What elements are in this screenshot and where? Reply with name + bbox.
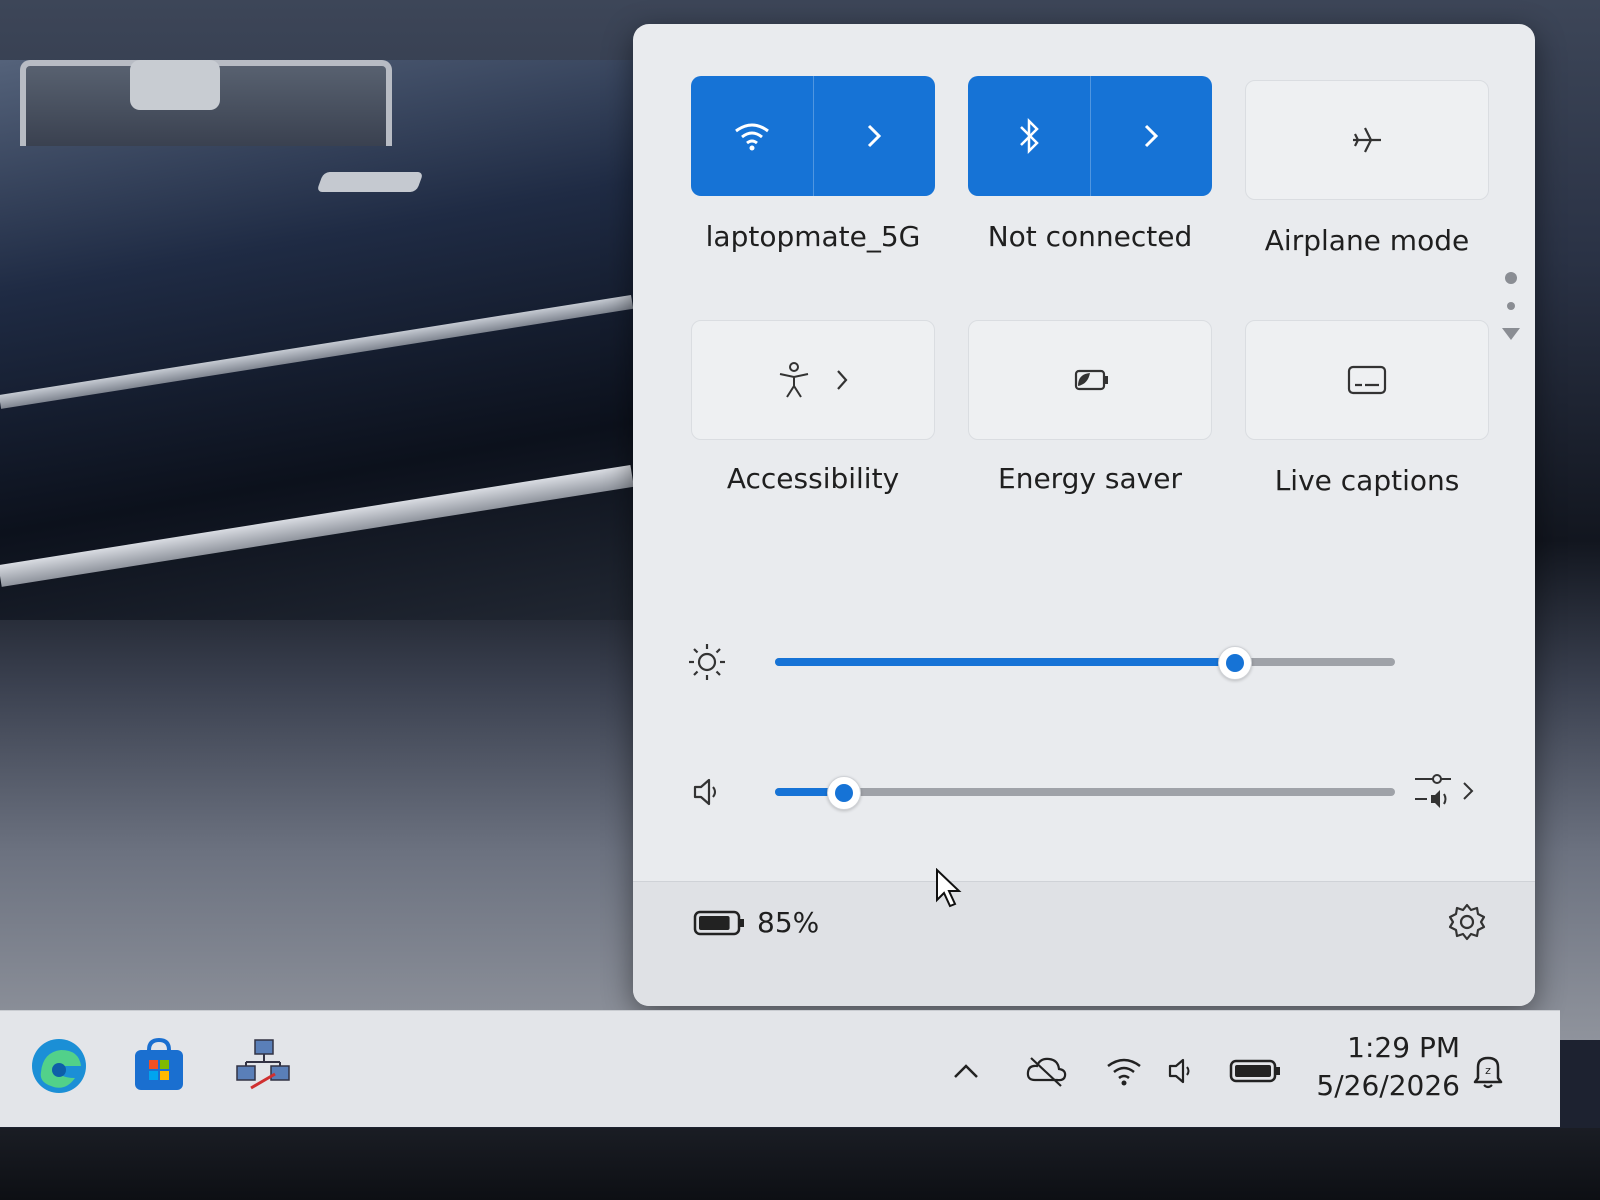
wifi-toggle[interactable] — [691, 76, 814, 196]
chevron-right-icon — [1461, 779, 1475, 803]
brightness-thumb[interactable] — [1217, 646, 1252, 680]
show-hidden-icons-button[interactable] — [944, 1049, 988, 1093]
airplane-icon — [1347, 120, 1387, 160]
energy-saver-tile[interactable] — [968, 320, 1212, 440]
sound-mixer-icon — [1413, 771, 1453, 811]
clock[interactable]: 1:29 PM 5/26/2026 — [1310, 1029, 1460, 1105]
wifi-icon — [732, 121, 772, 151]
wifi-expand-button[interactable] — [814, 76, 936, 196]
battery-icon — [1229, 1058, 1283, 1084]
speaker-icon — [1165, 1054, 1199, 1088]
wifi-tile[interactable] — [691, 76, 935, 196]
clock-time: 1:29 PM — [1347, 1031, 1460, 1064]
live-captions-tile[interactable] — [1245, 320, 1489, 440]
tray-battery-button[interactable] — [1228, 1049, 1284, 1093]
wifi-label: laptopmate_5G — [705, 220, 921, 253]
energy-saver-label: Energy saver — [998, 462, 1182, 495]
network-app-icon — [233, 1036, 293, 1096]
chevron-right-icon[interactable] — [834, 367, 850, 393]
volume-thumb[interactable] — [827, 776, 862, 810]
accessibility-icon — [776, 360, 812, 400]
gear-icon — [1445, 900, 1489, 944]
volume-row — [633, 762, 1535, 822]
brightness-fill — [775, 658, 1234, 666]
next-page-arrow-icon[interactable] — [1502, 328, 1520, 340]
battery-status[interactable]: 85% — [693, 906, 819, 939]
car-door-handle — [316, 172, 424, 192]
mouse-cursor-icon — [936, 868, 962, 908]
tray-network-button[interactable] — [1102, 1049, 1146, 1093]
page-dot-active[interactable] — [1505, 272, 1517, 284]
bluetooth-expand-button[interactable] — [1091, 76, 1213, 196]
page-dot[interactable] — [1507, 302, 1515, 310]
sync-status-button[interactable] — [1024, 1049, 1068, 1093]
tray-volume-button[interactable] — [1160, 1049, 1204, 1093]
settings-button[interactable] — [1445, 900, 1489, 944]
brightness-icon — [685, 640, 729, 684]
chevron-right-icon — [864, 121, 884, 151]
clock-date: 5/26/2026 — [1316, 1069, 1460, 1102]
volume-slider[interactable] — [775, 776, 1395, 810]
taskbar: 1:29 PM 5/26/2026 z — [0, 1010, 1560, 1127]
svg-text:z: z — [1485, 1064, 1491, 1077]
airplane-mode-label: Airplane mode — [1264, 224, 1470, 257]
brightness-slider[interactable] — [775, 646, 1395, 680]
brightness-row — [633, 632, 1535, 692]
bluetooth-tile[interactable] — [968, 76, 1212, 196]
page-indicator[interactable] — [1501, 272, 1521, 340]
chevron-up-icon — [951, 1061, 981, 1081]
bluetooth-icon — [1015, 117, 1043, 155]
quick-settings-panel: laptopmate_5G Not connected Airplane mod… — [633, 24, 1535, 1006]
energy-saver-icon — [1068, 364, 1112, 396]
notification-bell-icon: z — [1470, 1052, 1506, 1090]
car-mirror — [130, 60, 220, 110]
bluetooth-toggle[interactable] — [968, 76, 1091, 196]
panel-footer — [633, 881, 1535, 1006]
store-icon — [129, 1036, 189, 1096]
audio-output-button[interactable] — [1413, 766, 1483, 816]
taskbar-app-store[interactable] — [124, 1031, 194, 1101]
monitor-bezel — [0, 1128, 1600, 1200]
live-captions-label: Live captions — [1274, 464, 1460, 497]
live-captions-icon — [1346, 364, 1388, 396]
notifications-button[interactable]: z — [1466, 1049, 1510, 1093]
taskbar-app-edge[interactable] — [24, 1031, 94, 1101]
battery-icon — [693, 909, 747, 937]
accessibility-label: Accessibility — [726, 462, 900, 495]
battery-percent: 85% — [757, 906, 820, 939]
speaker-icon[interactable] — [685, 770, 729, 814]
sync-off-icon — [1025, 1054, 1067, 1088]
chevron-right-icon — [1141, 121, 1161, 151]
wifi-icon — [1104, 1056, 1144, 1086]
taskbar-app-network[interactable] — [228, 1031, 298, 1101]
bluetooth-label: Not connected — [987, 220, 1193, 253]
accessibility-tile[interactable] — [691, 320, 935, 440]
edge-icon — [29, 1036, 89, 1096]
airplane-mode-tile[interactable] — [1245, 80, 1489, 200]
